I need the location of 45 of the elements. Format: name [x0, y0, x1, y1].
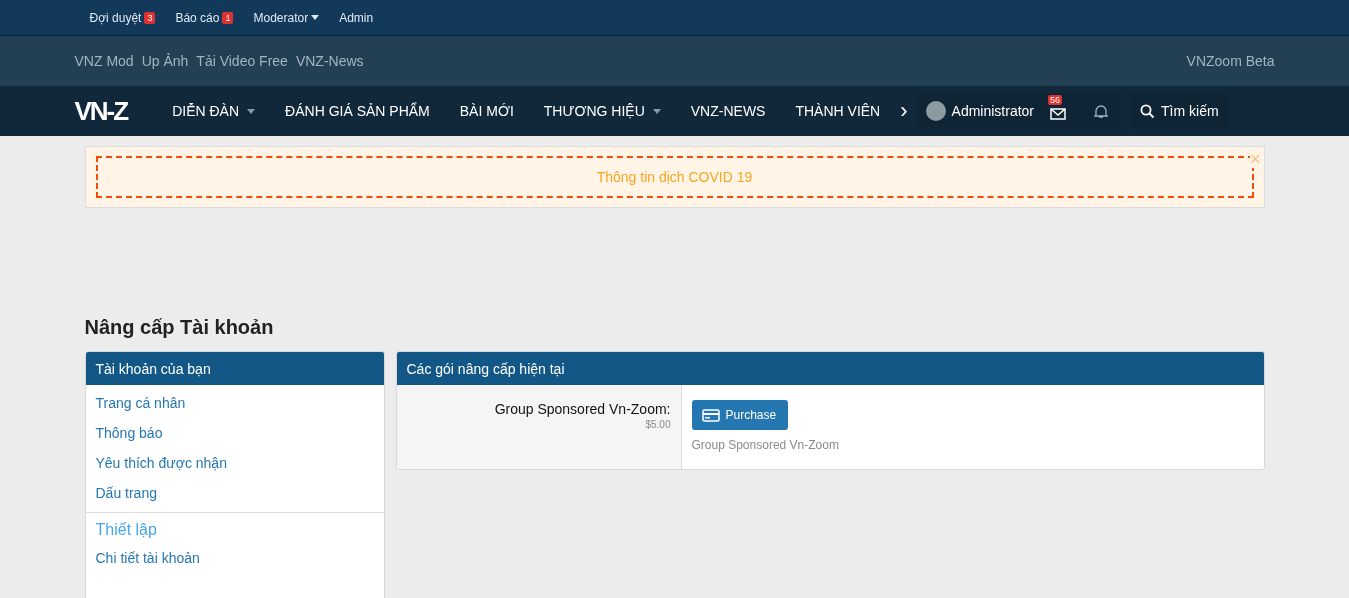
upgrade-name: Group Sponsored Vn-Zoom:	[494, 401, 671, 417]
staff-link[interactable]: Báo cáo 1	[165, 10, 244, 25]
purchase-button[interactable]: Purchase	[691, 400, 789, 430]
site-link[interactable]: VNZoom Beta	[1186, 53, 1275, 69]
top-link[interactable]: VNZ Mod	[74, 53, 134, 69]
bell-icon	[1094, 103, 1109, 119]
upgrade-price: $5.00	[645, 419, 671, 430]
top-link[interactable]: Up Ảnh	[141, 53, 189, 69]
count-badge: 56	[1048, 95, 1063, 105]
staff-link[interactable]: Admin	[329, 10, 384, 25]
avatar-icon	[925, 101, 946, 121]
sidebar-link[interactable]: Trang cá nhân	[85, 388, 384, 418]
search-icon	[1140, 103, 1156, 119]
count-badge: 3	[144, 11, 156, 24]
caret-icon	[652, 108, 661, 114]
inbox-button[interactable]: 56	[1042, 93, 1083, 129]
nav-tab[interactable]: ĐÁNH GIÁ SẢN PHẨM	[270, 86, 445, 136]
alerts-button[interactable]	[1082, 93, 1121, 129]
user-menu[interactable]: Administrator	[917, 93, 1043, 129]
sidebar-heading[interactable]: Thiết lập	[85, 512, 384, 543]
nav-tab[interactable]: THƯƠNG HIỆU	[528, 86, 676, 136]
upgrade-description: Group Sponsored Vn-Zoom	[691, 438, 839, 452]
sidebar-link[interactable]: Thông báo	[85, 418, 384, 448]
credit-card-icon	[701, 408, 720, 422]
sidebar-link[interactable]: Dấu trang	[85, 478, 384, 508]
panel-title: Các gói nâng cấp hiện tại	[396, 352, 1264, 385]
caret-icon	[311, 15, 320, 20]
nav-tab[interactable]: BÀI MỚI	[444, 86, 529, 136]
top-link[interactable]: VNZ-News	[295, 53, 364, 69]
sidebar-link[interactable]: Yêu thích được nhận	[85, 448, 384, 478]
staff-link[interactable]: Đợi duyệt 3	[79, 10, 166, 25]
nav-tab[interactable]: THÀNH VIÊN	[780, 86, 896, 136]
nav-more[interactable]: ›	[895, 86, 918, 136]
count-badge: 1	[222, 11, 234, 24]
nav-tab[interactable]: DIỄN ĐÀN	[157, 86, 271, 136]
site-logo[interactable]: VN-Z	[74, 95, 128, 127]
nav-tab[interactable]: VNZ-NEWS	[675, 86, 781, 136]
sidebar-link[interactable]: Chi tiết tài khoản	[85, 543, 384, 573]
envelope-icon	[1050, 108, 1067, 120]
top-link[interactable]: Tải Video Free	[196, 53, 288, 69]
staff-link[interactable]: Moderator	[243, 10, 330, 25]
search-button[interactable]: Tìm kiếm	[1130, 93, 1229, 129]
sidebar-title: Tài khoản của bạn	[85, 352, 384, 385]
page-title: Nâng cấp Tài khoản	[84, 316, 275, 339]
caret-icon	[247, 108, 256, 114]
